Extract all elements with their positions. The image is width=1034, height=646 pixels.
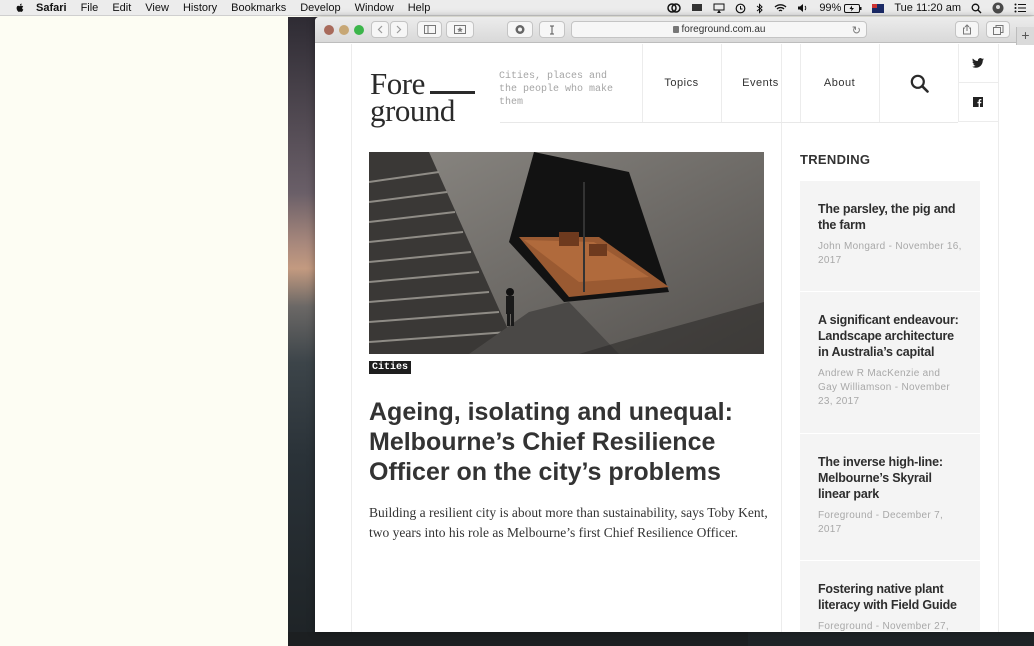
menu-file[interactable]: File bbox=[81, 2, 99, 14]
search-icon bbox=[910, 74, 929, 93]
volume-icon[interactable] bbox=[797, 3, 809, 13]
tabs-overview-button[interactable] bbox=[986, 21, 1010, 38]
trending-item-title[interactable]: The inverse high-line: Melbourne’s Skyra… bbox=[818, 454, 962, 502]
trending-item-meta: Foreground - December 7, 2017 bbox=[818, 510, 944, 535]
trending-item-meta: Foreground - November 27, bbox=[818, 621, 949, 632]
trending-heading: TRENDING bbox=[800, 152, 871, 167]
twitter-link[interactable] bbox=[958, 44, 998, 83]
trending-item[interactable]: The parsley, the pig and the farm John M… bbox=[800, 181, 980, 292]
airplay-icon[interactable] bbox=[713, 3, 725, 13]
zoom-window-button[interactable] bbox=[354, 25, 364, 35]
desktop-wallpaper-bottom bbox=[288, 632, 748, 646]
logo-text-line2: ground bbox=[370, 93, 455, 128]
article-category-badge[interactable]: Cities bbox=[369, 361, 412, 374]
article-summary: Building a resilient city is about more … bbox=[369, 505, 768, 540]
trending-item[interactable]: The inverse high-line: Melbourne’s Skyra… bbox=[800, 434, 980, 561]
top-sites-button[interactable] bbox=[446, 21, 474, 38]
nav-events[interactable]: Events bbox=[721, 44, 800, 122]
sidebar-button[interactable] bbox=[417, 21, 442, 38]
forward-button[interactable] bbox=[390, 21, 408, 38]
facebook-icon bbox=[973, 97, 983, 107]
menubar-clock[interactable]: Tue 11:20 am bbox=[894, 2, 961, 14]
article-headline[interactable]: Ageing, isolating and unequal: Melbourne… bbox=[369, 397, 769, 487]
lock-icon bbox=[672, 26, 679, 33]
trending-item-title[interactable]: The parsley, the pig and the farm bbox=[818, 201, 962, 233]
flag-icon[interactable] bbox=[872, 3, 885, 13]
trending-item-meta: Andrew R MacKenzie and Gay Williamson - … bbox=[818, 368, 950, 407]
safari-window: foreground.com.au ↻ Fore ground Cities, … bbox=[315, 17, 1034, 632]
site-tagline: Cities, places and the people who make t… bbox=[499, 71, 614, 108]
trending-item-title[interactable]: A significant endeavour: Landscape archi… bbox=[818, 312, 962, 360]
reload-icon[interactable]: ↻ bbox=[852, 24, 861, 37]
notification-icon[interactable] bbox=[691, 3, 703, 13]
chevron-left-icon bbox=[377, 25, 383, 34]
battery-percent: 99% bbox=[819, 2, 842, 14]
article-hero-image[interactable] bbox=[369, 152, 764, 354]
back-button[interactable] bbox=[371, 21, 389, 38]
logo-dash bbox=[430, 91, 475, 94]
spotlight-icon[interactable] bbox=[971, 3, 982, 14]
status-area: 99% Tue 11:20 am bbox=[657, 0, 1034, 16]
menu-develop[interactable]: Develop bbox=[300, 2, 340, 14]
reader-button[interactable] bbox=[539, 21, 565, 38]
address-bar[interactable]: foreground.com.au ↻ bbox=[571, 21, 867, 38]
nav-topics[interactable]: Topics bbox=[642, 44, 721, 122]
trending-item-meta: John Mongard - November 16, 2017 bbox=[818, 241, 962, 266]
sidebar-icon bbox=[423, 25, 436, 34]
trending-item[interactable]: A significant endeavour: Landscape archi… bbox=[800, 292, 980, 434]
share-button[interactable] bbox=[955, 21, 979, 38]
menu-edit[interactable]: Edit bbox=[112, 2, 131, 14]
column-divider bbox=[351, 44, 352, 632]
site-search-button[interactable] bbox=[880, 44, 958, 122]
menu-view[interactable]: View bbox=[145, 2, 169, 14]
extension-button[interactable] bbox=[507, 21, 533, 38]
site-logo[interactable]: Fore ground bbox=[370, 68, 455, 128]
menu-window[interactable]: Window bbox=[355, 2, 394, 14]
header-divider bbox=[500, 122, 958, 123]
trending-item[interactable]: Fostering native plant literacy with Fie… bbox=[800, 561, 980, 632]
column-divider bbox=[998, 44, 999, 632]
menu-app-name[interactable]: Safari bbox=[36, 2, 67, 14]
menu-history[interactable]: History bbox=[183, 2, 217, 14]
bluetooth-icon[interactable] bbox=[756, 2, 764, 14]
chevron-right-icon bbox=[396, 25, 402, 34]
time-machine-icon[interactable] bbox=[735, 3, 746, 14]
trending-item-title[interactable]: Fostering native plant literacy with Fie… bbox=[818, 581, 962, 613]
text-cursor-icon bbox=[550, 25, 554, 34]
share-icon bbox=[963, 24, 971, 35]
user-avatar-icon[interactable] bbox=[992, 2, 1004, 14]
star-icon bbox=[454, 25, 466, 34]
menubar: Safari File Edit View History Bookmarks … bbox=[0, 0, 1034, 16]
twitter-icon bbox=[972, 58, 984, 68]
minimize-window-button[interactable] bbox=[339, 25, 349, 35]
menu-help[interactable]: Help bbox=[408, 2, 431, 14]
webpage: Fore ground Cities, places and the peopl… bbox=[315, 44, 1034, 632]
new-tab-button[interactable]: + bbox=[1016, 27, 1034, 45]
apple-icon[interactable] bbox=[14, 2, 26, 14]
battery-icon[interactable] bbox=[844, 3, 862, 13]
shield-icon bbox=[515, 25, 525, 34]
toolbar: foreground.com.au ↻ bbox=[315, 17, 1034, 43]
menu-bookmarks[interactable]: Bookmarks bbox=[231, 2, 286, 14]
facebook-link[interactable] bbox=[958, 83, 998, 122]
creative-cloud-icon[interactable] bbox=[667, 3, 682, 13]
address-url: foreground.com.au bbox=[681, 24, 766, 35]
notification-center-icon[interactable] bbox=[1014, 3, 1026, 13]
tabs-icon bbox=[992, 24, 1003, 35]
column-divider bbox=[781, 44, 782, 632]
desktop-background bbox=[0, 17, 288, 646]
close-window-button[interactable] bbox=[324, 25, 334, 35]
wifi-icon[interactable] bbox=[774, 3, 787, 13]
nav-about[interactable]: About bbox=[800, 44, 879, 122]
